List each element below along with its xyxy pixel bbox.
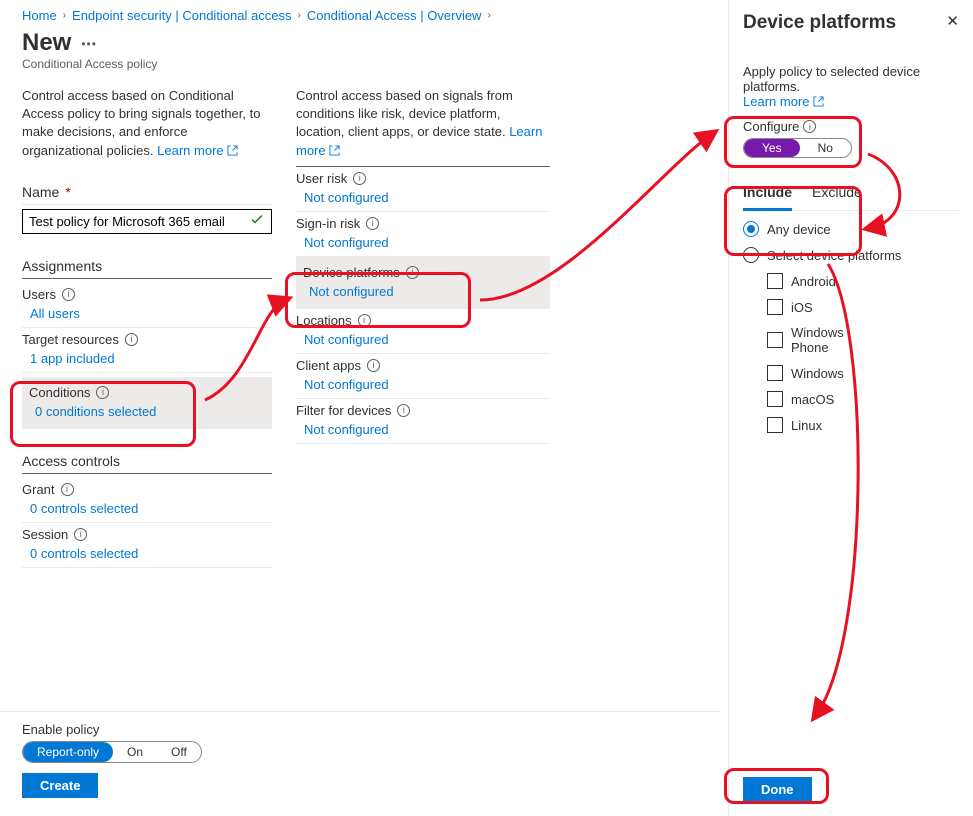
- filter-devices-label: Filter for devices: [296, 403, 391, 418]
- info-icon[interactable]: i: [366, 217, 379, 230]
- tab-include[interactable]: Include: [743, 180, 792, 211]
- panel-subtitle: Apply policy to selected device platform…: [743, 64, 920, 94]
- checkbox-ios[interactable]: [767, 299, 783, 315]
- session-value[interactable]: 0 controls selected: [30, 546, 138, 561]
- platform-ios: iOS: [791, 300, 813, 315]
- configure-toggle[interactable]: Yes No: [743, 138, 852, 158]
- conditions-value[interactable]: 0 conditions selected: [35, 404, 156, 419]
- conditions-label: Conditions: [29, 385, 90, 400]
- panel-title: Device platforms: [743, 12, 896, 34]
- info-icon[interactable]: i: [125, 333, 138, 346]
- info-icon[interactable]: i: [803, 120, 816, 133]
- device-platforms-label: Device platforms: [303, 265, 400, 280]
- info-icon[interactable]: i: [406, 266, 419, 279]
- grant-label: Grant: [22, 482, 55, 497]
- chevron-right-icon: ›: [297, 10, 300, 21]
- panel-learn-more-link[interactable]: Learn more: [743, 94, 824, 109]
- users-value[interactable]: All users: [30, 306, 80, 321]
- policy-description: Control access based on Conditional Acce…: [22, 87, 272, 160]
- device-platforms-value[interactable]: Not configured: [309, 284, 394, 299]
- conditions-description: Control access based on signals from con…: [296, 87, 550, 167]
- info-icon[interactable]: i: [96, 386, 109, 399]
- enable-policy-label: Enable policy: [22, 722, 698, 737]
- info-icon[interactable]: i: [62, 288, 75, 301]
- toggle-report-only[interactable]: Report-only: [23, 742, 113, 762]
- checkbox-windows[interactable]: [767, 365, 783, 381]
- target-resources-label: Target resources: [22, 332, 119, 347]
- info-icon[interactable]: i: [74, 528, 87, 541]
- checkmark-icon: [250, 213, 264, 230]
- chevron-right-icon: ›: [63, 10, 66, 21]
- user-risk-label: User risk: [296, 171, 347, 186]
- close-icon[interactable]: ✕: [946, 12, 959, 30]
- sign-in-risk-label: Sign-in risk: [296, 216, 360, 231]
- platform-android: Android: [791, 274, 836, 289]
- client-apps-label: Client apps: [296, 358, 361, 373]
- more-icon[interactable]: •••: [81, 37, 97, 51]
- toggle-on[interactable]: On: [113, 742, 157, 762]
- platform-linux: Linux: [791, 418, 822, 433]
- chevron-right-icon: ›: [487, 10, 490, 21]
- page-title: New: [22, 29, 71, 57]
- platform-windows-phone: Windows Phone: [791, 325, 871, 355]
- configure-label: Configure: [743, 119, 799, 134]
- sign-in-risk-value[interactable]: Not configured: [304, 235, 389, 250]
- device-platforms-panel: Device platforms ✕ Apply policy to selec…: [728, 0, 973, 816]
- breadcrumb-endpoint-security[interactable]: Endpoint security | Conditional access: [72, 8, 291, 23]
- learn-more-link[interactable]: Learn more: [157, 143, 238, 158]
- external-link-icon: [813, 96, 824, 107]
- info-icon[interactable]: i: [61, 483, 74, 496]
- platform-windows: Windows: [791, 366, 844, 381]
- target-resources-value[interactable]: 1 app included: [30, 351, 115, 366]
- radio-select-platforms[interactable]: [743, 247, 759, 263]
- info-icon[interactable]: i: [397, 404, 410, 417]
- breadcrumb-home[interactable]: Home: [22, 8, 57, 23]
- platform-macos: macOS: [791, 392, 834, 407]
- assignments-header: Assignments: [22, 252, 272, 279]
- session-label: Session: [22, 527, 68, 542]
- info-icon[interactable]: i: [367, 359, 380, 372]
- select-platforms-label: Select device platforms: [767, 248, 901, 263]
- done-button[interactable]: Done: [743, 777, 812, 802]
- toggle-off[interactable]: Off: [157, 742, 201, 762]
- name-label: Name: [22, 184, 59, 200]
- breadcrumb-conditional-access[interactable]: Conditional Access | Overview: [307, 8, 482, 23]
- create-button[interactable]: Create: [22, 773, 98, 798]
- external-link-icon: [227, 145, 238, 156]
- checkbox-macos[interactable]: [767, 391, 783, 407]
- policy-name-input[interactable]: [22, 209, 272, 234]
- enable-policy-toggle[interactable]: Report-only On Off: [22, 741, 202, 763]
- user-risk-value[interactable]: Not configured: [304, 190, 389, 205]
- checkbox-android[interactable]: [767, 273, 783, 289]
- any-device-label: Any device: [767, 222, 831, 237]
- footer: Enable policy Report-only On Off Create: [0, 711, 720, 816]
- grant-value[interactable]: 0 controls selected: [30, 501, 138, 516]
- checkbox-linux[interactable]: [767, 417, 783, 433]
- client-apps-value[interactable]: Not configured: [304, 377, 389, 392]
- locations-value[interactable]: Not configured: [304, 332, 389, 347]
- access-controls-header: Access controls: [22, 447, 272, 474]
- configure-no[interactable]: No: [800, 139, 851, 157]
- configure-yes[interactable]: Yes: [744, 139, 800, 157]
- tab-exclude[interactable]: Exclude: [812, 180, 862, 210]
- external-link-icon: [329, 145, 340, 156]
- checkbox-windows-phone[interactable]: [767, 332, 783, 348]
- locations-label: Locations: [296, 313, 352, 328]
- info-icon[interactable]: i: [358, 314, 371, 327]
- users-label: Users: [22, 287, 56, 302]
- filter-devices-value[interactable]: Not configured: [304, 422, 389, 437]
- info-icon[interactable]: i: [353, 172, 366, 185]
- radio-any-device[interactable]: [743, 221, 759, 237]
